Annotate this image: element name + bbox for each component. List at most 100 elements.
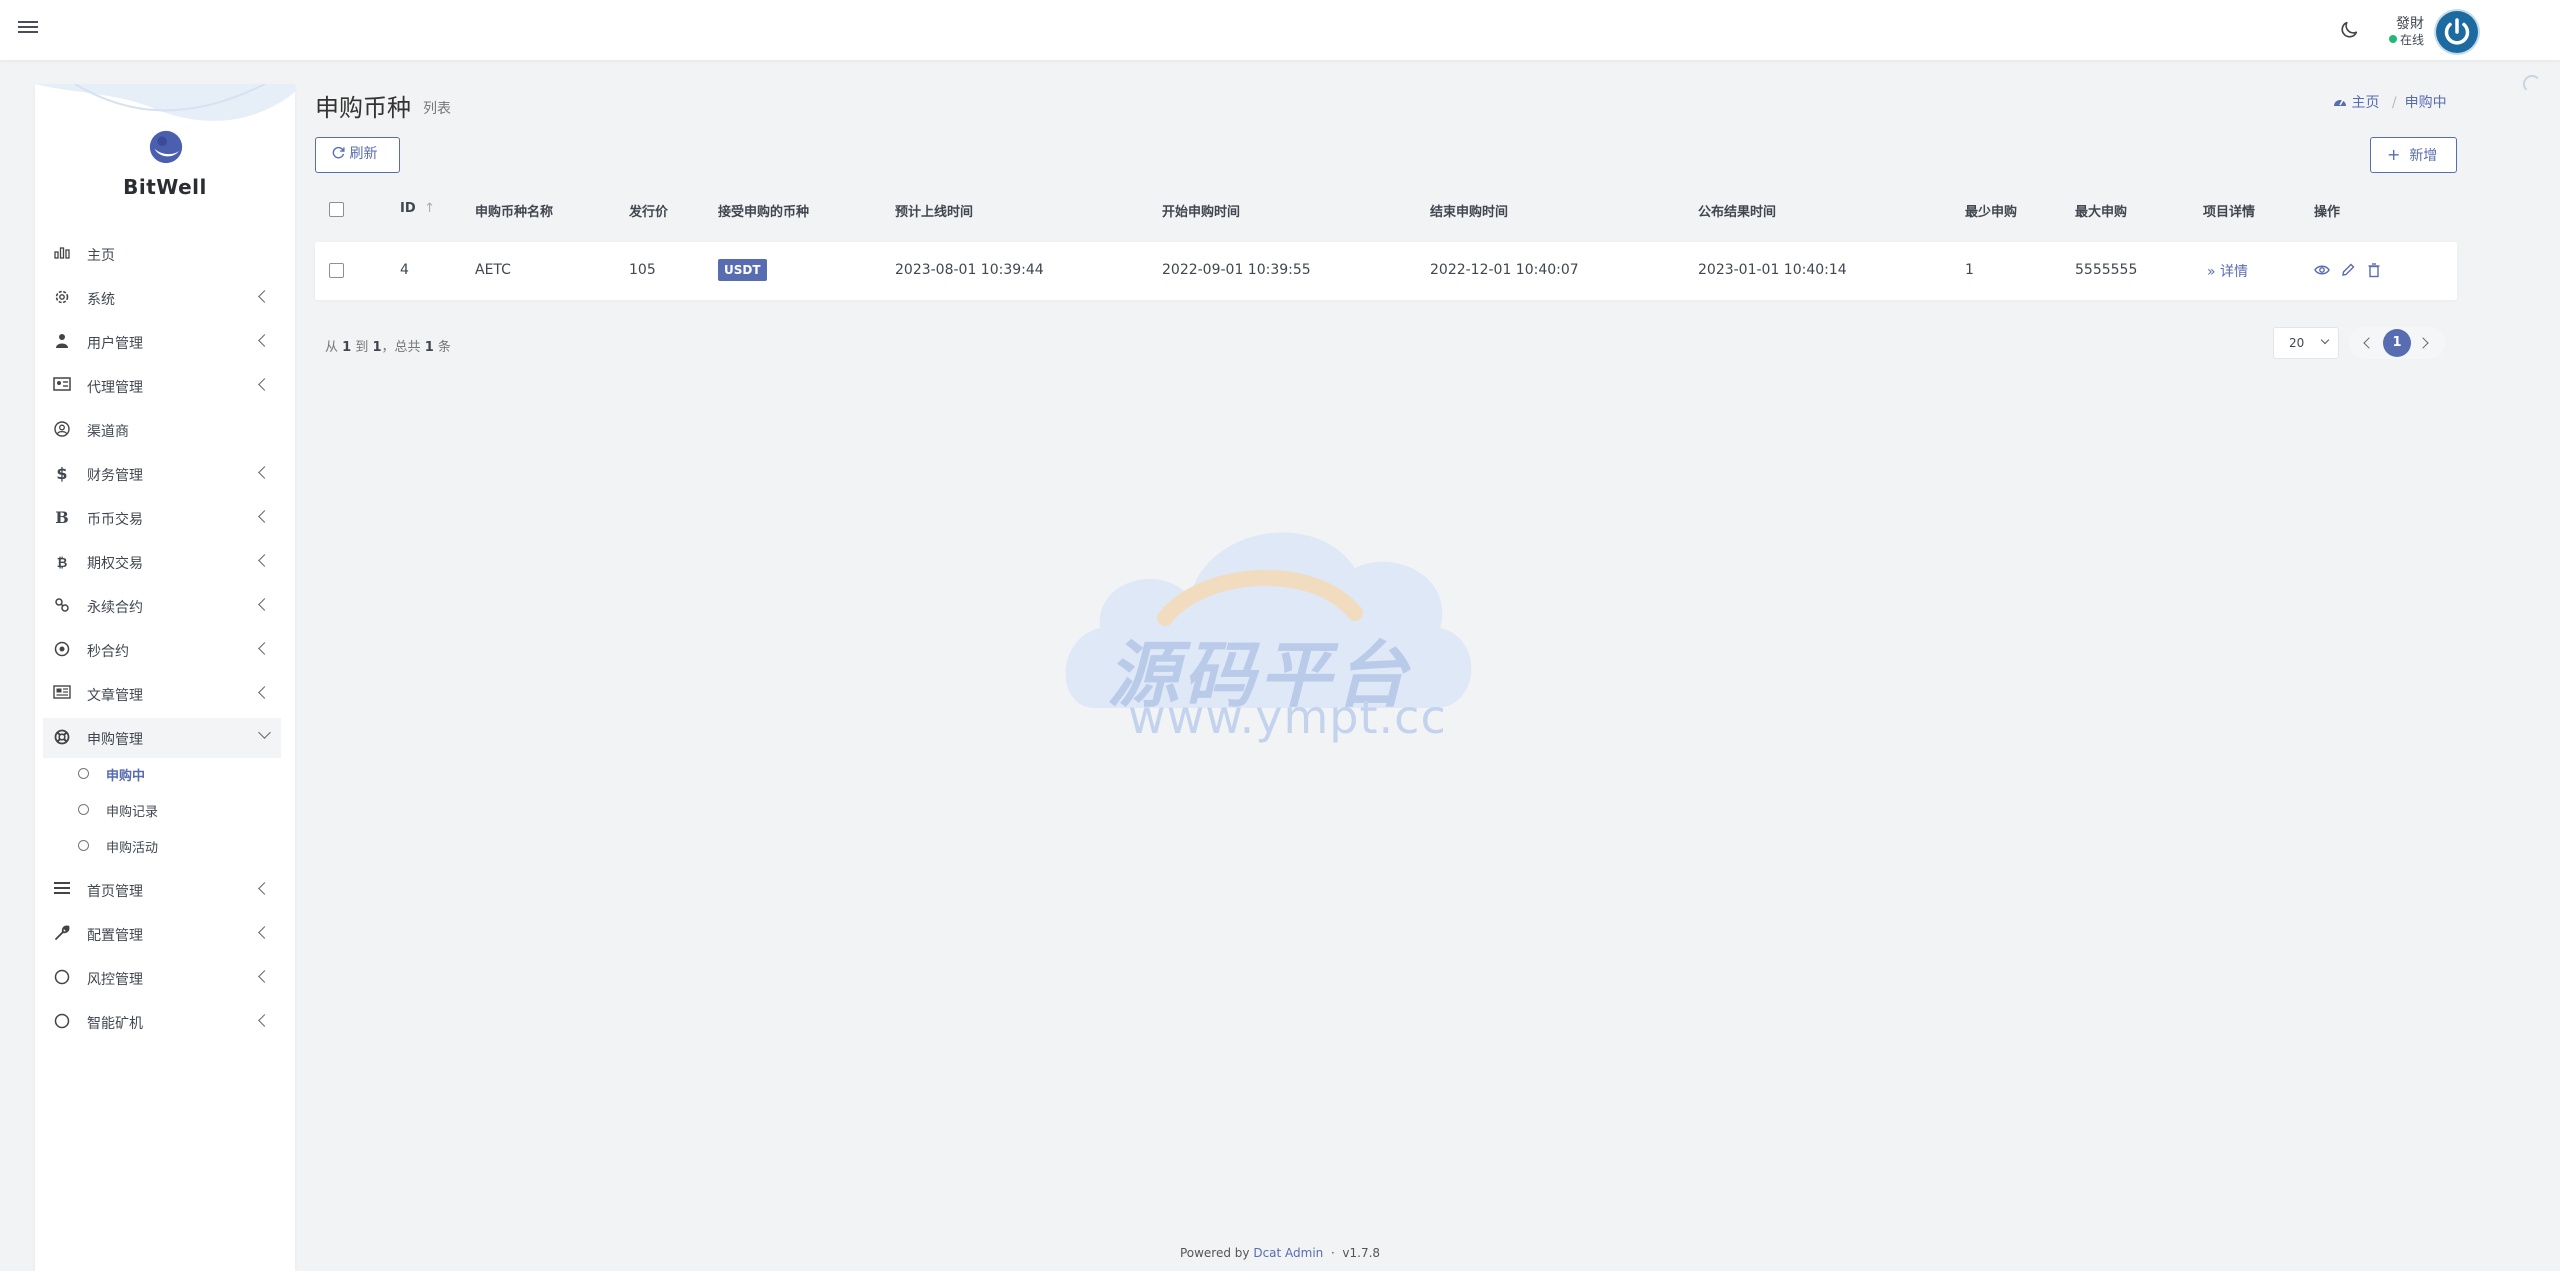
sidebar-item-7[interactable]: ₿ 期权交易 xyxy=(43,542,281,582)
new-button[interactable]: + 新增 xyxy=(2370,137,2457,173)
sidebar-subitem-label: 申购活动 xyxy=(106,841,159,856)
chevron-left-icon xyxy=(258,554,271,567)
circle-icon xyxy=(78,768,89,779)
user-name[interactable]: 發財 xyxy=(2396,13,2424,33)
chevron-left-icon xyxy=(258,466,271,479)
refresh-icon xyxy=(332,146,345,159)
brand-name: BitWell xyxy=(123,175,207,199)
dollar-icon: $ xyxy=(56,464,68,483)
sidebar-item-1[interactable]: 系统 xyxy=(43,278,281,318)
power-icon xyxy=(2444,18,2470,45)
sidebar-subitem-2[interactable]: 申购活动 xyxy=(43,832,223,862)
bar-chart-icon xyxy=(53,245,71,263)
sidebar-subitem-0[interactable]: 申购中 xyxy=(43,760,223,790)
sidebar-item-15[interactable]: 智能矿机 xyxy=(43,1002,281,1042)
pagination-info: 从 1 到 1，总共 1 条 xyxy=(325,340,451,355)
cell-price: 105 xyxy=(629,262,656,278)
sidebar-item-2[interactable]: 用户管理 xyxy=(43,322,281,362)
sidebar-item-label: 渠道商 xyxy=(87,424,129,440)
sidebar-item-4[interactable]: 渠道商 xyxy=(43,410,281,450)
double-chevron-icon: » xyxy=(2207,264,2216,280)
sidebar-item-label: 风控管理 xyxy=(87,972,143,988)
column-header-end-time: 结束申购时间 xyxy=(1430,205,1509,220)
breadcrumb: 主页 / 申购中 xyxy=(2333,92,2447,112)
column-header-start-time: 开始申购时间 xyxy=(1162,205,1241,220)
prev-page-icon[interactable] xyxy=(2363,337,2375,349)
per-page-value: 20 xyxy=(2289,336,2305,350)
sidebar-item-9[interactable]: 秒合约 xyxy=(43,630,281,670)
row-checkbox[interactable] xyxy=(329,263,344,278)
sidebar-item-8[interactable]: 永续合约 xyxy=(43,586,281,626)
sidebar-item-label: 用户管理 xyxy=(87,336,143,352)
bitcoin-b-icon: B xyxy=(55,508,69,527)
column-header-name: 申购币种名称 xyxy=(475,205,554,220)
breadcrumb-current: 申购中 xyxy=(2404,95,2447,111)
column-header-max: 最大申购 xyxy=(2075,205,2128,220)
sidebar-subitem-label: 申购中 xyxy=(106,769,146,784)
circle-icon xyxy=(78,840,89,851)
breadcrumb-home[interactable]: 主页 xyxy=(2333,95,2384,111)
edit-pencil-icon[interactable] xyxy=(2340,262,2356,278)
chevron-left-icon xyxy=(258,510,271,523)
column-header-price: 发行价 xyxy=(629,205,669,220)
circle-icon xyxy=(78,804,89,815)
detail-link[interactable]: » 详情 xyxy=(2207,261,2248,281)
chevron-left-icon xyxy=(258,686,271,699)
column-header-min: 最少申购 xyxy=(1965,205,2018,220)
cell-min: 1 xyxy=(1965,262,1974,278)
view-eye-icon[interactable] xyxy=(2314,262,2330,278)
bitcoin-icon: ₿ xyxy=(56,556,68,571)
sidebar: BitWell 主页 系统用户管理代理管理渠道商 $ 财务管理 B 币币交易 ₿ 期权交易永续… xyxy=(35,84,295,1271)
next-page-icon[interactable] xyxy=(2417,337,2429,349)
table-header: ID ↑ 申购币种名称 发行价 接受申购的币种 预计上线时间 开始申购时间 结束… xyxy=(315,188,2457,232)
per-page-select[interactable]: 20 xyxy=(2273,327,2339,359)
sidebar-item-12[interactable]: 首页管理 xyxy=(43,870,281,910)
user-circle-icon xyxy=(53,421,71,439)
cell-end-time: 2022-12-01 10:40:07 xyxy=(1430,262,1579,278)
status-text: 在线 xyxy=(2400,33,2425,47)
sidebar-item-label: 首页管理 xyxy=(87,884,143,900)
brand-wave-decoration xyxy=(35,84,295,121)
sidebar-item-13[interactable]: 配置管理 xyxy=(43,914,281,954)
chevron-down-icon xyxy=(258,726,271,739)
chevron-left-icon xyxy=(258,598,271,611)
select-all-checkbox[interactable] xyxy=(329,202,344,217)
cell-online-time: 2023-08-01 10:39:44 xyxy=(895,262,1044,278)
cell-id: 4 xyxy=(400,262,409,278)
version-text: v1.7.8 xyxy=(1342,1246,1381,1260)
refresh-button[interactable]: 刷新 xyxy=(315,137,400,173)
delete-trash-icon[interactable] xyxy=(2366,262,2382,278)
sidebar-item-11[interactable]: 申购管理 xyxy=(43,718,281,758)
sidebar-item-0[interactable]: 主页 xyxy=(43,234,281,274)
column-header-id[interactable]: ID ↑ xyxy=(400,201,435,216)
sidebar-subitem-1[interactable]: 申购记录 xyxy=(43,796,223,826)
column-header-result-time: 公布结果时间 xyxy=(1698,205,1777,220)
dark-mode-moon-icon[interactable] xyxy=(2338,19,2360,41)
avatar[interactable] xyxy=(2436,11,2478,53)
bars-icon xyxy=(53,881,71,899)
sort-arrow-icon[interactable]: ↑ xyxy=(424,201,435,216)
page-1-button[interactable]: 1 xyxy=(2383,329,2411,357)
dcat-admin-link[interactable]: Dcat Admin xyxy=(1253,1246,1323,1260)
chevron-left-icon xyxy=(258,290,271,303)
sidebar-item-10[interactable]: 文章管理 xyxy=(43,674,281,714)
sidebar-item-14[interactable]: 风控管理 xyxy=(43,958,281,998)
column-header-detail: 项目详情 xyxy=(2203,205,2256,220)
chevron-left-icon xyxy=(258,882,271,895)
sidebar-item-label: 永续合约 xyxy=(87,600,143,616)
sidebar-item-6[interactable]: B 币币交易 xyxy=(43,498,281,538)
sidebar-item-5[interactable]: $ 财务管理 xyxy=(43,454,281,494)
chevron-left-icon xyxy=(258,334,271,347)
page-subtitle: 列表 xyxy=(423,101,451,117)
cell-start-time: 2022-09-01 10:39:55 xyxy=(1162,262,1311,278)
column-header-accept-coin: 接受申购的币种 xyxy=(718,205,810,220)
link-icon xyxy=(53,597,71,615)
chevron-left-icon xyxy=(258,378,271,391)
hamburger-menu-icon[interactable] xyxy=(18,18,38,36)
breadcrumb-separator: / xyxy=(2391,95,2397,111)
sidebar-item-3[interactable]: 代理管理 xyxy=(43,366,281,406)
cell-name: AETC xyxy=(475,262,511,278)
chevron-left-icon xyxy=(258,1014,271,1027)
sidebar-subitem-label: 申购记录 xyxy=(106,805,159,820)
life-ring-icon xyxy=(53,729,71,747)
